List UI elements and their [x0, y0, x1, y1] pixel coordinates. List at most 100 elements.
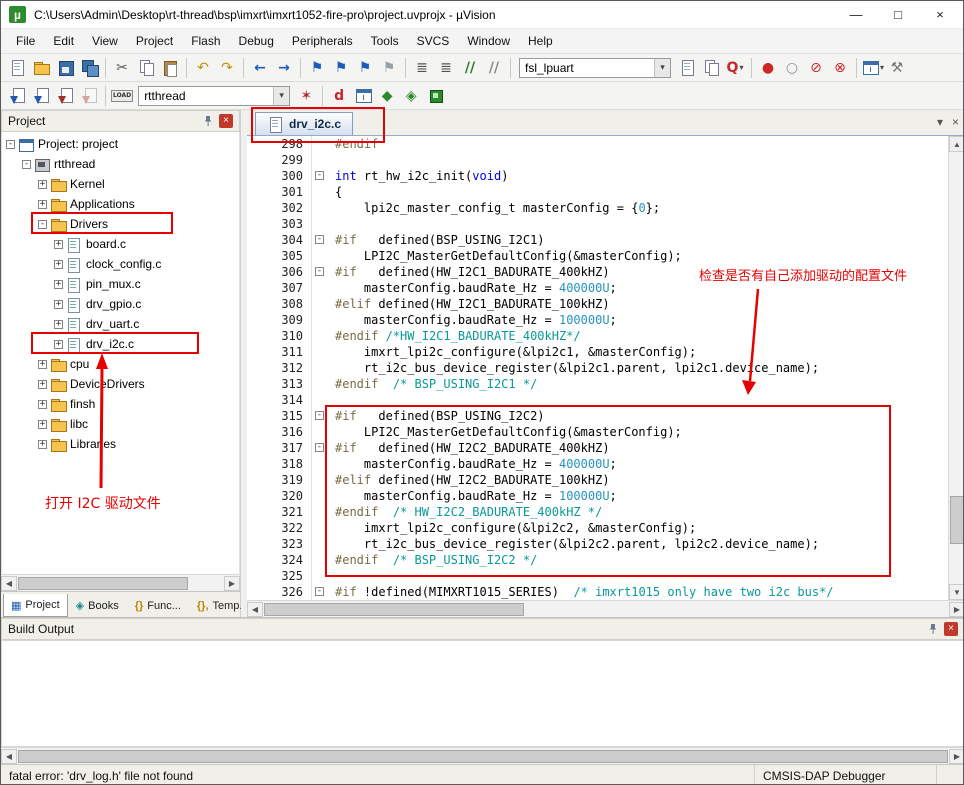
pin-icon[interactable]	[202, 115, 214, 127]
expand-icon[interactable]: +	[54, 320, 63, 329]
close-file-icon[interactable]: ×	[952, 115, 959, 129]
expand-icon[interactable]: +	[38, 400, 47, 409]
copy-button[interactable]	[135, 57, 157, 79]
code-line-318[interactable]: 318 masterConfig.baudRate_Hz = 400000U;	[247, 456, 948, 472]
comment-button[interactable]: //	[459, 57, 481, 79]
batch-build-button[interactable]	[78, 85, 100, 107]
menu-tools[interactable]: Tools	[362, 31, 408, 51]
tab-books[interactable]: ◈Books	[68, 594, 127, 617]
find-in-files-button[interactable]	[676, 57, 698, 79]
tree-label[interactable]: rtthread	[54, 157, 95, 171]
code-line-322[interactable]: 322 imxrt_lpi2c_configure(&lpi2c2, &mast…	[247, 520, 948, 536]
tree-label[interactable]: DeviceDrivers	[70, 377, 145, 391]
incremental-find-button[interactable]	[700, 57, 722, 79]
tree-label[interactable]: Libraries	[70, 437, 116, 451]
cut-button[interactable]: ✂	[111, 57, 133, 79]
scroll-left-icon[interactable]: ◀	[1, 576, 17, 591]
code-line-300[interactable]: 300-int rt_hw_i2c_init(void)	[247, 168, 948, 184]
rebuild-button[interactable]	[54, 85, 76, 107]
tree-item-cpu[interactable]: + cpu	[2, 354, 239, 374]
tree-item-drv-gpio-c[interactable]: +drv_gpio.c	[2, 294, 239, 314]
tree-label[interactable]: drv_i2c.c	[86, 337, 134, 351]
build-button[interactable]	[30, 85, 52, 107]
navigate-back-button[interactable]: ←	[249, 57, 271, 79]
code-line-301[interactable]: 301{	[247, 184, 948, 200]
tab-functions[interactable]: {}Func...	[127, 594, 189, 617]
uncomment-button[interactable]: //	[483, 57, 505, 79]
code-line-302[interactable]: 302 lpi2c_master_config_t masterConfig =…	[247, 200, 948, 216]
find-button[interactable]: Q▾	[724, 57, 746, 79]
download-button[interactable]: LOAD	[111, 85, 133, 107]
scroll-left-icon[interactable]: ◀	[247, 602, 263, 617]
save-button[interactable]	[54, 57, 76, 79]
scrollbar-thumb[interactable]	[264, 603, 524, 616]
tree-label[interactable]: Drivers	[70, 217, 108, 231]
target-options-button[interactable]: ✶	[295, 85, 317, 107]
expand-icon[interactable]: +	[54, 260, 63, 269]
tree-item-devicedrivers[interactable]: + DeviceDrivers	[2, 374, 239, 394]
chevron-down-icon[interactable]: ▾	[273, 87, 289, 105]
expand-icon[interactable]: +	[54, 280, 63, 289]
navigate-forward-button[interactable]: →	[273, 57, 295, 79]
scroll-right-icon[interactable]: ▶	[949, 749, 964, 764]
code-line-315[interactable]: 315-#if defined(BSP_USING_I2C2)	[247, 408, 948, 424]
menu-flash[interactable]: Flash	[182, 31, 229, 51]
scroll-right-icon[interactable]: ▶	[949, 602, 964, 617]
manage-run-environment-button[interactable]	[424, 85, 446, 107]
tree-label[interactable]: pin_mux.c	[86, 277, 141, 291]
tree-item-pin-mux-c[interactable]: + pin_mux.c	[2, 274, 239, 294]
configure-button[interactable]: ⚒	[886, 57, 908, 79]
menu-svcs[interactable]: SVCS	[408, 31, 459, 51]
scroll-right-icon[interactable]: ▶	[224, 576, 240, 591]
insert-breakpoint-button[interactable]: ●	[757, 57, 779, 79]
tree-label[interactable]: Applications	[70, 197, 135, 211]
tree-item-applications[interactable]: +Applications	[2, 194, 239, 214]
code-line-298[interactable]: 298#endif	[247, 136, 948, 152]
tree-item-drv-i2c-c[interactable]: + drv_i2c.c	[2, 334, 239, 354]
tree-item-rtthread[interactable]: -rtthread	[2, 154, 239, 174]
expand-icon[interactable]: +	[54, 340, 63, 349]
menu-file[interactable]: File	[7, 31, 44, 51]
code-line-313[interactable]: 313#endif /* BSP_USING_I2C1 */	[247, 376, 948, 392]
pack-installer-button[interactable]: ◈	[400, 85, 422, 107]
expand-icon[interactable]: +	[38, 360, 47, 369]
scrollbar-thumb[interactable]	[950, 496, 964, 544]
tree-item-clock-config-c[interactable]: +clock_config.c	[2, 254, 239, 274]
menu-debug[interactable]: Debug	[230, 31, 283, 51]
build-output-content[interactable]	[1, 640, 964, 747]
tree-label[interactable]: cpu	[70, 357, 89, 371]
code-line-312[interactable]: 312 rt_i2c_bus_device_register(&lpi2c1.p…	[247, 360, 948, 376]
fold-marker-icon[interactable]: -	[311, 584, 327, 600]
expand-icon[interactable]: +	[54, 300, 63, 309]
fold-marker-icon[interactable]: -	[311, 408, 327, 424]
translate-button[interactable]	[6, 85, 28, 107]
code-line-323[interactable]: 323 rt_i2c_bus_device_register(&lpi2c2.p…	[247, 536, 948, 552]
menu-edit[interactable]: Edit	[44, 31, 83, 51]
chevron-down-icon[interactable]: ▾	[880, 63, 884, 72]
tree-item-project-project[interactable]: -Project: project	[2, 134, 239, 154]
tab-drv-i2c[interactable]: drv_i2c.c	[255, 112, 353, 135]
editor-vscrollbar[interactable]: ▲ ▼	[948, 136, 964, 600]
code-line-314[interactable]: 314	[247, 392, 948, 408]
fold-marker-icon[interactable]: -	[311, 232, 327, 248]
expand-icon[interactable]: +	[38, 380, 47, 389]
tree-label[interactable]: libc	[70, 417, 88, 431]
scroll-left-icon[interactable]: ◀	[1, 749, 17, 764]
chevron-down-icon[interactable]: ▾	[739, 63, 743, 72]
tree-label[interactable]: Kernel	[70, 177, 105, 191]
code-line-326[interactable]: 326-#if !defined(MIMXRT1015_SERIES) /* i…	[247, 584, 948, 600]
toggle-bookmark-button[interactable]: ⚑	[306, 57, 328, 79]
tree-item-drv-uart-c[interactable]: +drv_uart.c	[2, 314, 239, 334]
scroll-up-icon[interactable]: ▲	[949, 136, 964, 152]
code-line-320[interactable]: 320 masterConfig.baudRate_Hz = 100000U;	[247, 488, 948, 504]
code-line-319[interactable]: 319#elif defined(HW_I2C2_BADURATE_100kHZ…	[247, 472, 948, 488]
close-panel-icon[interactable]: ×	[944, 622, 958, 636]
tree-label[interactable]: board.c	[86, 237, 126, 251]
fold-marker-icon[interactable]: -	[311, 440, 327, 456]
tree-item-kernel[interactable]: +Kernel	[2, 174, 239, 194]
close-panel-icon[interactable]: ×	[219, 114, 233, 128]
code-line-324[interactable]: 324#endif /* BSP_USING_I2C2 */	[247, 552, 948, 568]
code-line-308[interactable]: 308#elif defined(HW_I2C1_BADURATE_100kHZ…	[247, 296, 948, 312]
search-combo[interactable]: fsl_lpuart▾	[519, 58, 671, 78]
minimize-button[interactable]: —	[849, 7, 863, 22]
